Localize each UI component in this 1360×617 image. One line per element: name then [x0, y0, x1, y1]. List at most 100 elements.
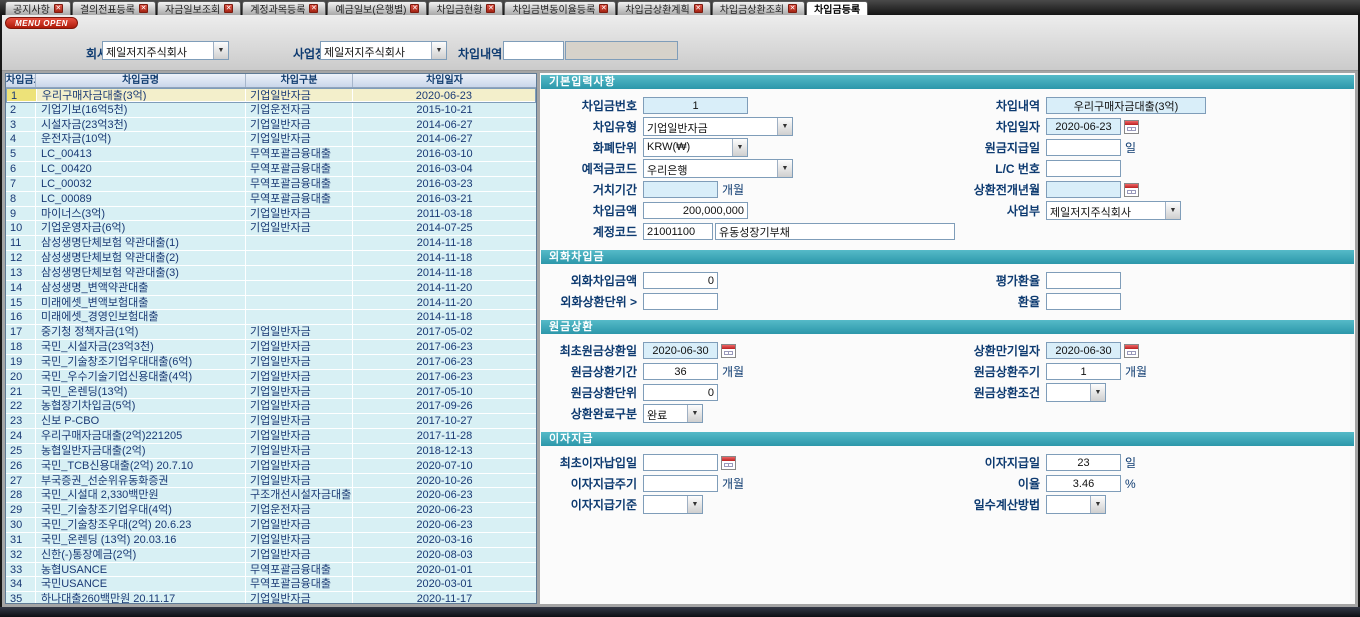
table-row[interactable]: 20국민_우수기술기업신용대출(4억)기업일반자금2017-06-23: [6, 370, 536, 385]
table-row[interactable]: 5LC_00413무역포괄금융대출2016-03-10: [6, 147, 536, 162]
table-cell[interactable]: 27: [6, 474, 36, 489]
table-cell[interactable]: 2018-12-13: [353, 444, 536, 459]
table-cell[interactable]: 2014-11-20: [353, 296, 536, 311]
table-cell[interactable]: 기업일반자금: [246, 459, 353, 474]
table-cell[interactable]: 2011-03-18: [353, 207, 536, 222]
table-cell[interactable]: [246, 236, 353, 251]
table-cell[interactable]: 8: [6, 192, 36, 207]
table-row[interactable]: 31국민_온렌딩 (13억) 20.03.16기업일반자금2020-03-16: [6, 533, 536, 548]
table-cell[interactable]: 2017-05-02: [353, 325, 536, 340]
col-header-loan-name[interactable]: 차입금명: [36, 74, 246, 87]
table-cell[interactable]: 2020-10-26: [353, 474, 536, 489]
table-cell[interactable]: 국민_기술창조우대(2억) 20.6.23: [36, 518, 246, 533]
account-name-field[interactable]: [715, 223, 955, 240]
table-cell[interactable]: 17: [6, 325, 36, 340]
table-cell[interactable]: LC_00089: [36, 192, 246, 207]
loan-desc-field[interactable]: [1046, 97, 1206, 114]
table-cell[interactable]: 기업일반자금: [246, 89, 353, 102]
table-cell[interactable]: 국민_온렌딩 (13억) 20.03.16: [36, 533, 246, 548]
fx-rate-field[interactable]: [1046, 293, 1121, 310]
table-cell[interactable]: 2020-03-16: [353, 533, 536, 548]
table-cell[interactable]: 2014-06-27: [353, 118, 536, 133]
table-cell[interactable]: 미래에셋_변액보험대출: [36, 296, 246, 311]
table-cell[interactable]: 2014-11-18: [353, 251, 536, 266]
table-row[interactable]: 10기업운영자금(6억)기업일반자금2014-07-25: [6, 221, 536, 236]
table-cell[interactable]: 기업일반자금: [246, 118, 353, 133]
table-row[interactable]: 1우리구매자금대출(3억)기업일반자금2020-06-23: [6, 88, 536, 103]
table-cell[interactable]: 4: [6, 132, 36, 147]
close-icon[interactable]: ✕: [694, 4, 703, 13]
table-cell[interactable]: 3: [6, 118, 36, 133]
interest-basis-select[interactable]: ▼: [643, 495, 703, 514]
table-cell[interactable]: 운전자금(10억): [36, 132, 246, 147]
table-cell[interactable]: 28: [6, 488, 36, 503]
table-cell[interactable]: 20: [6, 370, 36, 385]
table-cell[interactable]: 삼성생명단체보험 약관대출(3): [36, 266, 246, 281]
table-cell[interactable]: 기업일반자금: [246, 325, 353, 340]
table-cell[interactable]: 2: [6, 103, 36, 118]
table-cell[interactable]: 2020-07-10: [353, 459, 536, 474]
table-row[interactable]: 8LC_00089무역포괄금융대출2016-03-21: [6, 192, 536, 207]
table-cell[interactable]: 국민_온렌딩(13억): [36, 385, 246, 400]
table-cell[interactable]: 기업일반자금: [246, 221, 353, 236]
first-interest-date-field[interactable]: [643, 454, 718, 471]
table-cell[interactable]: 18: [6, 340, 36, 355]
table-cell[interactable]: 2016-03-04: [353, 162, 536, 177]
table-row[interactable]: 34국민USANCE무역포괄금융대출2020-03-01: [6, 577, 536, 592]
table-cell[interactable]: 19: [6, 355, 36, 370]
table-cell[interactable]: 21: [6, 385, 36, 400]
table-cell[interactable]: 2020-06-23: [353, 503, 536, 518]
table-cell[interactable]: 2017-06-23: [353, 340, 536, 355]
fx-eval-rate-field[interactable]: [1046, 272, 1121, 289]
table-cell[interactable]: 2014-11-20: [353, 281, 536, 296]
grace-period-field[interactable]: [643, 181, 718, 198]
table-cell[interactable]: 22: [6, 399, 36, 414]
table-row[interactable]: 29국민_기술창조기업우대(4억)기업운전자금2020-06-23: [6, 503, 536, 518]
table-cell[interactable]: 기업일반자금: [246, 414, 353, 429]
table-cell[interactable]: 16: [6, 310, 36, 325]
table-cell[interactable]: 우리구매자금대출(2억)221205: [36, 429, 246, 444]
table-cell[interactable]: 2014-07-25: [353, 221, 536, 236]
table-cell[interactable]: 하나대출260백만원 20.11.17: [36, 592, 246, 604]
tab-item[interactable]: 예금일보(은행별)✕: [327, 1, 427, 15]
maturity-date-field[interactable]: [1046, 342, 1121, 359]
tab-item[interactable]: 계정과목등록✕: [242, 1, 326, 15]
table-cell[interactable]: 기업운전자금: [246, 103, 353, 118]
table-cell[interactable]: 2016-03-10: [353, 147, 536, 162]
close-icon[interactable]: ✕: [54, 4, 63, 13]
table-cell[interactable]: [246, 281, 353, 296]
table-cell[interactable]: 국민_기술창조기업우대(4억): [36, 503, 246, 518]
loan-amount-field[interactable]: [643, 202, 748, 219]
principal-unit-field[interactable]: [643, 384, 718, 401]
table-cell[interactable]: 기업일반자금: [246, 370, 353, 385]
table-cell[interactable]: 2017-10-27: [353, 414, 536, 429]
table-row[interactable]: 14삼성생명_변액약관대출2014-11-20: [6, 281, 536, 296]
table-cell[interactable]: 12: [6, 251, 36, 266]
table-cell[interactable]: 5: [6, 147, 36, 162]
table-cell[interactable]: 기업일반자금: [246, 592, 353, 604]
loan-no-field[interactable]: [643, 97, 748, 114]
table-cell[interactable]: 무역포괄금융대출: [246, 577, 353, 592]
table-cell[interactable]: 2014-11-18: [353, 236, 536, 251]
division-select[interactable]: 제일저지주식회사 ▼: [1046, 201, 1181, 220]
table-row[interactable]: 19국민_기술창조기업우대대출(6억)기업일반자금2017-06-23: [6, 355, 536, 370]
table-cell[interactable]: 삼성생명단체보험 약관대출(1): [36, 236, 246, 251]
tab-item[interactable]: 공지사항✕: [5, 1, 71, 15]
table-cell[interactable]: 농협일반자금대출(2억): [36, 444, 246, 459]
table-cell[interactable]: [246, 251, 353, 266]
table-cell[interactable]: 기업일반자금: [246, 340, 353, 355]
table-cell[interactable]: 기업일반자금: [246, 399, 353, 414]
site-select[interactable]: 제일저지주식회사 ▼: [320, 41, 447, 60]
table-cell[interactable]: 기업기보(16억5천): [36, 103, 246, 118]
table-cell[interactable]: 국민USANCE: [36, 577, 246, 592]
table-cell[interactable]: 우리구매자금대출(3억): [37, 89, 246, 102]
table-cell[interactable]: 24: [6, 429, 36, 444]
table-cell[interactable]: 미래에셋_경영인보험대출: [36, 310, 246, 325]
table-row[interactable]: 17중기청 정책자금(1억)기업일반자금2017-05-02: [6, 325, 536, 340]
table-cell[interactable]: 기업일반자금: [246, 207, 353, 222]
table-cell[interactable]: 33: [6, 563, 36, 578]
col-header-loan-type[interactable]: 차입구분: [246, 74, 353, 87]
table-cell[interactable]: 9: [6, 207, 36, 222]
interest-day-field[interactable]: [1046, 454, 1121, 471]
table-row[interactable]: 13삼성생명단체보험 약관대출(3)2014-11-18: [6, 266, 536, 281]
